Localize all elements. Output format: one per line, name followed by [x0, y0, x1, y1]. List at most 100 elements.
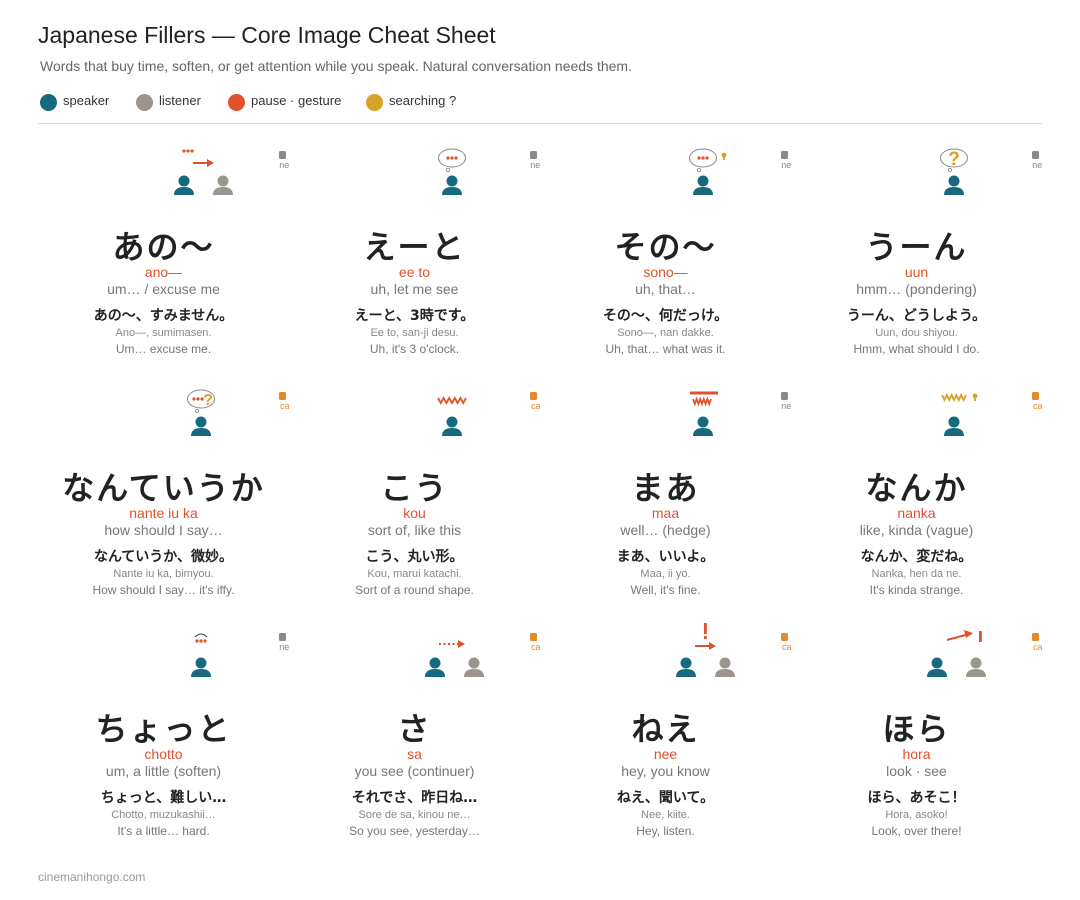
svg-text:casual: casual [531, 642, 540, 652]
example-translation: It's a little… hard. [117, 824, 210, 838]
example-romaji: Maa, ii yo. [640, 568, 691, 580]
filler-romaji: sono— [643, 264, 688, 280]
filler-word: うーん [865, 228, 968, 266]
filler-romaji: sa [407, 746, 422, 762]
pause-dot-icon [228, 94, 245, 111]
filler-romaji: nee [653, 746, 678, 762]
filler-word: さ [397, 710, 432, 748]
filler-meaning: like, kinda (vague) [859, 522, 974, 538]
example-translation: Sort of a round shape. [355, 583, 474, 597]
filler-meaning: um… / excuse me [107, 281, 220, 297]
example-translation: So you see, yesterday… [349, 824, 480, 838]
legend-label: pause · gesture [251, 93, 342, 108]
filler-meaning: sort of, like this [367, 522, 462, 538]
filler-card: neutral その〜sono—uh, that… その〜、何だっけ。 Sono—, … [540, 124, 791, 364]
thought-bubble-question-icon: ? neutral [940, 148, 1042, 195]
example-romaji: Nee, kiite. [641, 809, 690, 821]
speaker-listener-pointing-icon: casual [927, 630, 1042, 677]
filler-romaji: ano— [144, 264, 183, 280]
example-translation: Hey, listen. [636, 824, 695, 838]
zigzag-search-icon: casual [941, 392, 1042, 436]
example-romaji: Sono—, nan dakke. [617, 327, 714, 339]
filler-meaning: hmm… (pondering) [856, 281, 977, 297]
legend-label: listener [159, 93, 201, 108]
example-translation: Uh, that… what was it. [605, 342, 726, 356]
svg-text:?: ? [948, 149, 960, 170]
speaker-listener-exclaim-arrow-icon: casual [676, 623, 791, 677]
example-translation: Well, it's fine. [630, 583, 701, 597]
example-romaji: Ano—, sumimasen. [115, 327, 212, 339]
example-japanese: その〜、何だっけ。 [602, 308, 729, 324]
svg-text:casual: casual [280, 401, 289, 411]
example-japanese: まあ、いいよ。 [616, 549, 715, 565]
filler-word: その〜 [614, 228, 717, 266]
svg-text:casual: casual [1033, 401, 1042, 411]
filler-card: ? neutral うーんuunhmm… (pondering) うーん、どうしよう。… [791, 124, 1042, 364]
filler-card: casual こうkousort of, like this こう、丸い形。 Kou,… [289, 365, 540, 605]
example-japanese: うーん、どうしよう。 [846, 308, 987, 324]
filler-meaning: um, a little (soften) [105, 763, 222, 779]
example-translation: How should I say… it's iffy. [92, 583, 235, 597]
example-japanese: あの〜、すみません。 [93, 308, 234, 324]
example-japanese: それでさ、昨日ね… [351, 790, 478, 806]
example-romaji: Nanka, hen da ne. [871, 568, 962, 580]
svg-text:neutral: neutral [781, 401, 791, 411]
svg-text:neutral: neutral [781, 160, 791, 170]
svg-text:casual: casual [782, 642, 791, 652]
filler-word: なんか [865, 469, 968, 507]
filler-card: casual さsayou see (continuer) それでさ、昨日ね… Sor… [289, 606, 540, 846]
zigzag-gesture-icon: casual [437, 392, 540, 436]
filler-card: neutral あの〜ano—um… / excuse me あの〜、すみません。 A… [38, 124, 289, 364]
filler-romaji: uun [904, 264, 929, 280]
thought-bubble-dots-exclaim-icon: neutral [689, 148, 791, 195]
filler-romaji: nanka [897, 505, 936, 521]
filler-meaning: how should I say… [104, 522, 223, 538]
filler-word: こう [380, 469, 449, 507]
filler-card: neutral ちょっとchottoum, a little (soften) ちょ… [38, 606, 289, 846]
filler-meaning: well… (hedge) [620, 522, 711, 538]
example-japanese: ちょっと、難しい… [100, 790, 227, 806]
example-romaji: Nante iu ka, bimyou. [113, 568, 214, 580]
legend-label: speaker [63, 93, 110, 108]
svg-text:neutral: neutral [279, 642, 289, 652]
example-japanese: えーと、3時です。 [354, 308, 475, 324]
thought-bubble-dots-icon: neutral [438, 148, 540, 195]
example-japanese: ほら、あそこ！ [867, 790, 966, 806]
search-dot-icon [366, 94, 383, 111]
example-romaji: Chotto, muzukashii… [111, 809, 216, 821]
svg-text:neutral: neutral [1032, 160, 1042, 170]
legend-label: searching ? [389, 93, 457, 108]
example-romaji: Hora, asoko! [885, 809, 948, 821]
example-romaji: Sore de sa, kinou ne… [358, 809, 471, 821]
filler-card: casual なんかnankalike, kinda (vague) なんか、変だね… [791, 365, 1042, 605]
filler-romaji: maa [651, 505, 680, 521]
speaker-listener-dotted-arrow-icon: casual [425, 633, 540, 677]
example-romaji: Kou, marui katachi. [367, 568, 462, 580]
filler-card: neutral えーとee touh, let me see えーと、3時です。 Ee… [289, 124, 540, 364]
filler-word: ちょっと [95, 710, 232, 748]
filler-romaji: kou [403, 505, 426, 521]
filler-romaji: hora [902, 746, 931, 762]
listener-dot-icon [136, 94, 153, 111]
example-translation: Hmm, what should I do. [853, 342, 980, 356]
example-japanese: こう、丸い形。 [365, 549, 464, 565]
filler-romaji: chotto [144, 746, 183, 762]
filler-word: なんていうか [62, 469, 265, 507]
filler-card: ? casual なんていうかnante iu kahow should I say… [38, 365, 289, 605]
filler-meaning: hey, you know [621, 763, 710, 779]
bar-zigzag-hedge-icon: neutral [690, 391, 791, 436]
filler-romaji: nante iu ka [129, 505, 198, 521]
filler-meaning: uh, let me see [370, 281, 459, 297]
example-japanese: なんか、変だね。 [860, 549, 973, 565]
filler-card: casual ほらhoralook · see ほら、あそこ！ Hora, asoko… [791, 606, 1042, 846]
example-japanese: なんていうか、微妙。 [93, 549, 234, 565]
filler-meaning: look · see [886, 763, 947, 779]
example-romaji: Ee to, san-ji desu. [370, 327, 459, 339]
filler-romaji: ee to [398, 264, 431, 280]
speaker-dot-icon [40, 94, 57, 111]
svg-text:neutral: neutral [279, 160, 289, 170]
filler-meaning: uh, that… [635, 281, 696, 297]
example-romaji: Uun, dou shiyou. [875, 327, 958, 339]
svg-text:casual: casual [1033, 642, 1042, 652]
page-subtitle: Words that buy time, soften, or get atte… [40, 58, 632, 74]
